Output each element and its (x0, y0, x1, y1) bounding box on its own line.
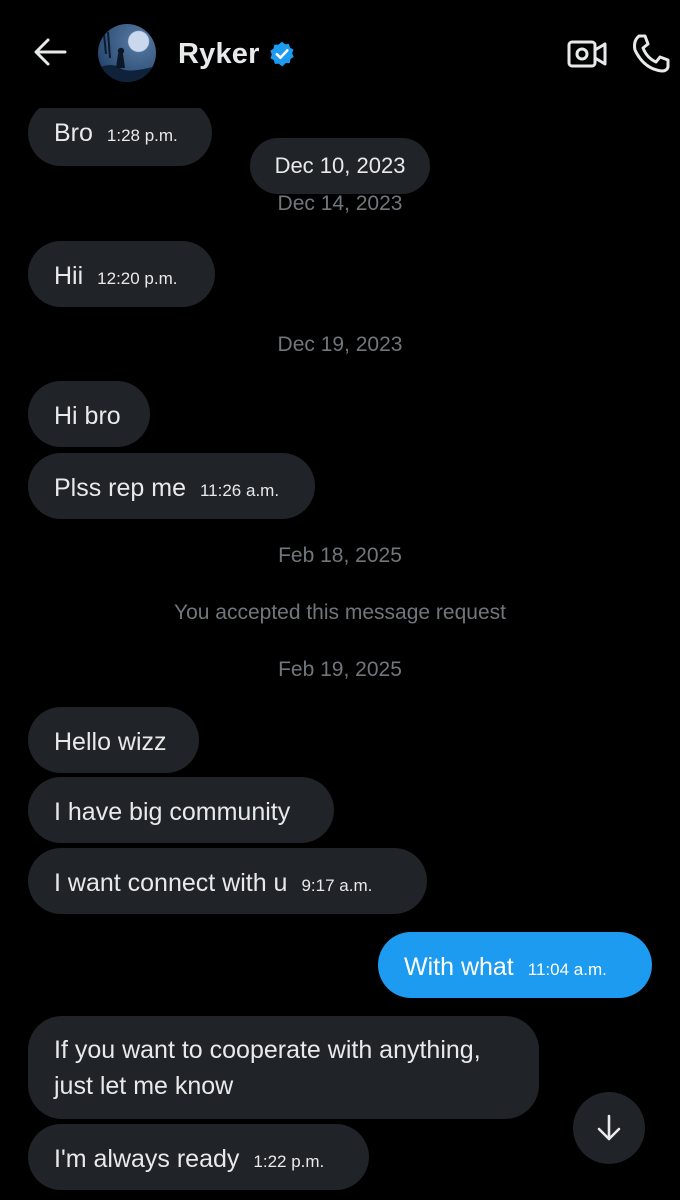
message-text: Bro (54, 119, 93, 147)
arrow-down-icon (597, 1114, 621, 1141)
message-text: Hi bro (54, 402, 121, 430)
date-separator: Feb 18, 2025 (278, 544, 402, 567)
sent-message-bubble[interactable]: With what 11:04 a.m. (378, 932, 652, 998)
message-bubble[interactable]: Bro 1:28 p.m. (28, 100, 212, 166)
message-time: 1:22 p.m. (253, 1152, 325, 1171)
message-bubble[interactable]: Hi bro (28, 381, 150, 447)
date-separator: Feb 19, 2025 (278, 658, 402, 681)
message-time: 12:20 p.m. (97, 269, 178, 288)
message-bubble[interactable]: Hello wizz (28, 707, 199, 773)
date-separator: Dec 19, 2023 (277, 333, 403, 356)
date-separator: Dec 14, 2023 (277, 192, 403, 215)
voice-call-button[interactable] (630, 32, 670, 74)
video-call-button[interactable] (566, 34, 608, 74)
message-thread[interactable]: Bro 1:28 p.m. Dec 10, 2023 Dec 14, 2023 H… (0, 0, 680, 1200)
verified-badge-icon (268, 40, 296, 68)
message-bubble[interactable]: I'm always ready 1:22 p.m. (28, 1124, 369, 1190)
message-text: I have big community (54, 798, 291, 826)
message-text: Hello wizz (54, 728, 167, 756)
phone-icon (633, 34, 670, 73)
message-bubble[interactable]: I want connect with u 9:17 a.m. (28, 848, 427, 914)
message-text: I'm always ready (54, 1145, 240, 1173)
message-bubble[interactable]: I have big community (28, 777, 334, 843)
contact-name: Ryker (178, 37, 260, 70)
message-text: Hii (54, 262, 84, 290)
arrow-left-icon (34, 38, 67, 66)
message-time: 11:26 a.m. (199, 481, 280, 500)
request-accepted-note: You accepted this message request (174, 601, 506, 624)
back-button[interactable] (30, 32, 70, 72)
avatar-image (98, 31, 156, 82)
message-text: Plss rep me (54, 474, 186, 502)
message-bubble[interactable]: If you want to cooperate with anything, … (28, 1016, 539, 1119)
video-camera-icon (567, 40, 607, 68)
message-text: If you want to cooperate with anything, … (54, 1036, 481, 1100)
sticky-date-pill: Dec 10, 2023 (250, 138, 430, 194)
message-text: With what (404, 953, 514, 981)
message-time: 9:17 a.m. (301, 876, 373, 895)
message-bubble[interactable]: Plss rep me 11:26 a.m. (28, 453, 315, 519)
avatar[interactable] (98, 24, 156, 82)
message-bubble[interactable]: Hii 12:20 p.m. (28, 241, 215, 307)
contact-name-row[interactable]: Ryker (178, 36, 296, 72)
message-time: 1:28 p.m. (106, 126, 178, 145)
message-text: I want connect with u (54, 869, 288, 897)
message-time: 11:04 a.m. (527, 960, 607, 979)
conversation-header: Ryker (0, 0, 680, 108)
scroll-to-bottom-button[interactable] (573, 1092, 645, 1164)
